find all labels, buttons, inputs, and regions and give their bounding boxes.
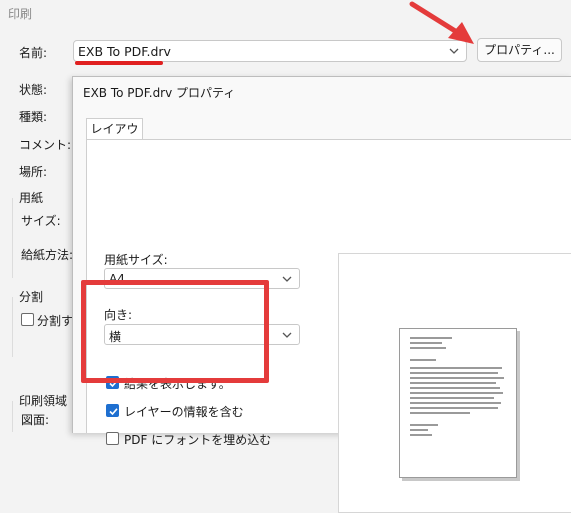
name-label: 名前:	[19, 46, 48, 60]
annotation-highlight-box	[81, 280, 269, 383]
dialog-title: EXB To PDF.drv プロパティ	[83, 86, 236, 100]
include-layer-info-label: レイヤーの情報を含む	[124, 405, 244, 419]
check-icon	[109, 408, 118, 416]
page-thumbnail	[399, 328, 517, 478]
properties-button[interactable]: プロパティ...	[477, 38, 562, 62]
print-area-group-frame	[12, 401, 13, 432]
comment-label: コメント:	[19, 138, 72, 152]
printer-value: EXB To PDF.drv	[78, 44, 171, 59]
split-group-label: 分割	[19, 290, 44, 304]
split-checkbox[interactable]	[21, 313, 34, 326]
chevron-down-icon	[282, 276, 292, 282]
drawing-label: 図面:	[21, 413, 50, 427]
window-title: 印刷	[8, 7, 33, 21]
location-label: 場所:	[19, 165, 48, 179]
embed-fonts-label: PDF にフォントを埋め込む	[124, 433, 272, 447]
print-area-group-label: 印刷領域	[19, 394, 68, 408]
embed-fonts-checkbox[interactable]	[106, 432, 119, 445]
type-label: 種類:	[19, 110, 48, 124]
paper-group-label: 用紙	[19, 191, 44, 205]
split-group-frame	[12, 297, 13, 357]
annotation-underline	[75, 61, 163, 65]
page-preview	[338, 253, 571, 513]
include-layer-info-checkbox[interactable]	[106, 404, 119, 417]
chevron-down-icon	[282, 332, 292, 338]
annotation-arrow-icon	[409, 1, 474, 44]
paper-group-frame	[12, 198, 13, 278]
paper-size-label: 用紙サイズ:	[104, 253, 168, 267]
tab-layout[interactable]: レイアウト	[86, 118, 143, 157]
split-check-label: 分割す	[37, 314, 74, 328]
status-label: 状態:	[19, 83, 48, 97]
feed-label: 給紙方法:	[21, 248, 74, 262]
size-label: サイズ:	[21, 214, 61, 228]
